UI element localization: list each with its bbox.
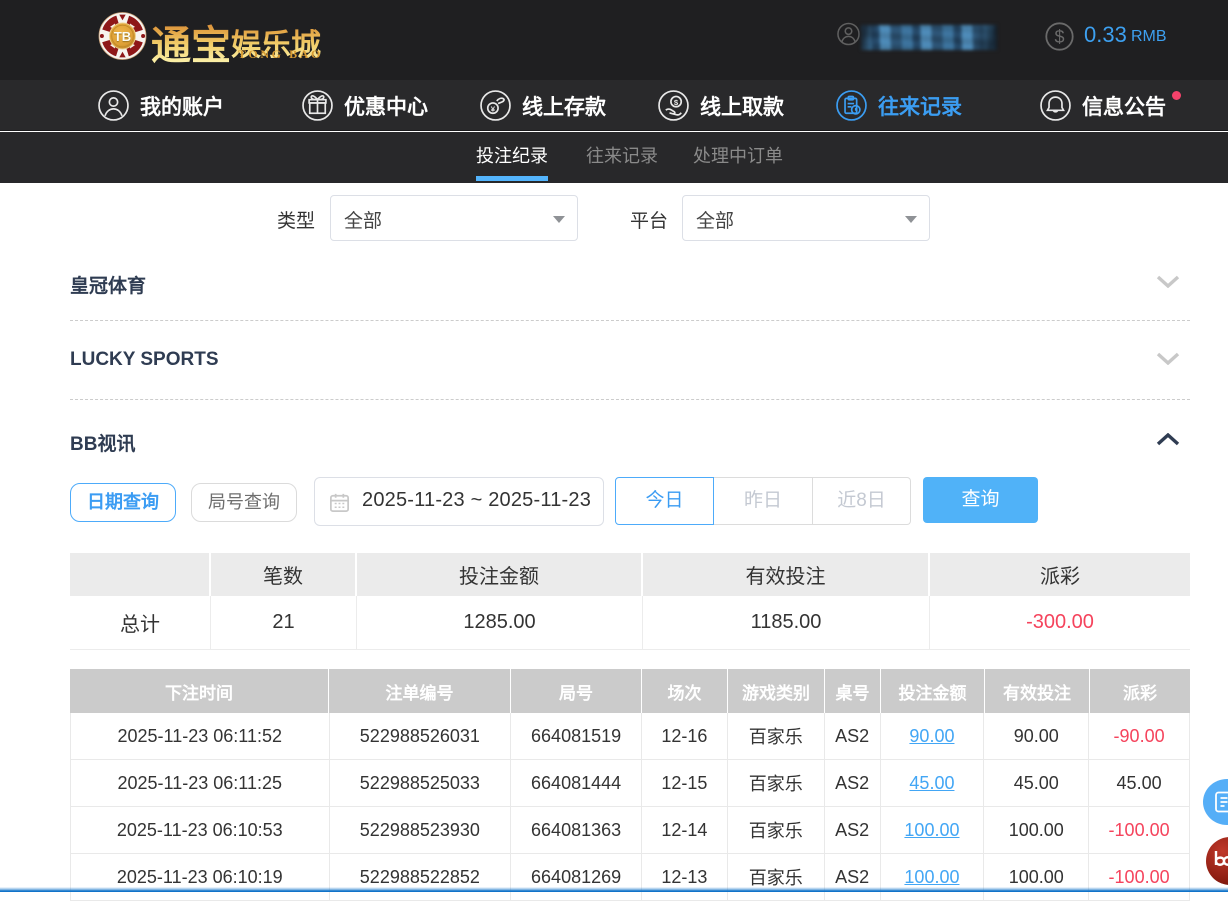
svg-text:$: $ — [1054, 27, 1064, 47]
svg-text:$: $ — [674, 98, 679, 107]
svg-text:¥: ¥ — [491, 105, 496, 114]
svg-text:TB: TB — [114, 29, 131, 44]
